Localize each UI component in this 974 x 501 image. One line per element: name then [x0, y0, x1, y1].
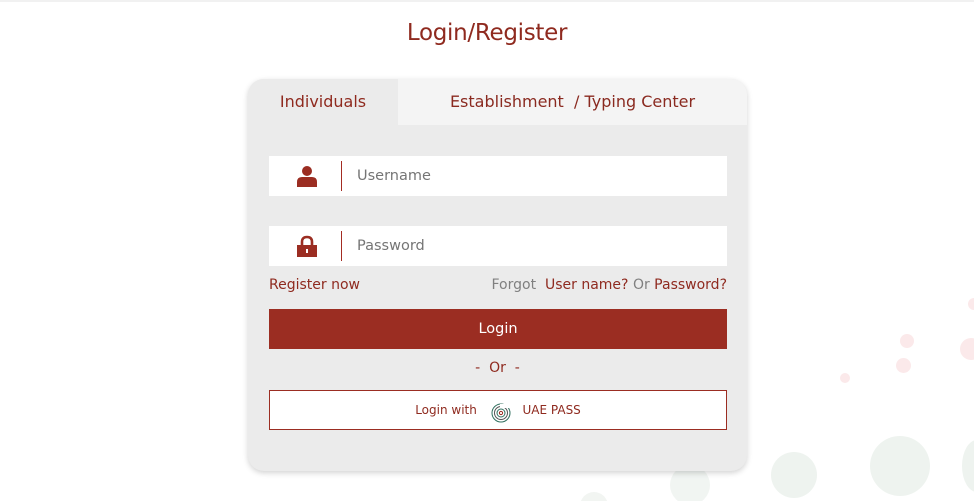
login-card: Individuals Establishment / Typing Cente…	[248, 79, 747, 471]
decor-bubble	[896, 358, 911, 373]
username-field[interactable]	[269, 156, 727, 196]
field-divider	[341, 161, 342, 191]
decor-bubble	[900, 334, 914, 348]
page-title: Login/Register	[406, 20, 568, 46]
login-page: Login/Register Individuals Establishment…	[0, 0, 974, 501]
password-input[interactable]	[357, 226, 717, 266]
forgot-label: Forgot	[491, 277, 537, 293]
decor-bubble	[870, 436, 930, 496]
register-now-link[interactable]: Register now	[269, 277, 360, 293]
fingerprint-icon	[491, 400, 511, 422]
user-icon	[296, 165, 318, 187]
tab-individuals[interactable]: Individuals	[248, 79, 398, 125]
decor-bubble	[771, 452, 817, 498]
password-field[interactable]	[269, 226, 727, 266]
decor-bubble	[840, 373, 850, 383]
tab-establishment-typing-center[interactable]: Establishment / Typing Center	[398, 79, 747, 125]
forgot-username-link[interactable]: User name?	[545, 277, 629, 293]
uae-pass-prefix: Login with	[415, 403, 477, 417]
decor-bubble	[960, 338, 974, 360]
username-input[interactable]	[357, 156, 717, 196]
decor-bubble	[580, 492, 608, 501]
decor-bubble	[968, 298, 974, 310]
lock-icon	[296, 235, 318, 257]
forgot-credentials: Forgot User name? Or Password?	[492, 277, 728, 293]
top-divider	[0, 0, 974, 2]
uae-pass-login-button[interactable]: Login with UAE PASS	[269, 390, 727, 430]
field-divider	[341, 231, 342, 261]
links-row: Register now Forgot User name? Or Passwo…	[269, 277, 727, 297]
login-button[interactable]: Login	[269, 309, 727, 349]
forgot-password-link[interactable]: Password?	[654, 277, 727, 293]
decor-bubble	[962, 440, 974, 492]
or-label: Or	[632, 277, 650, 293]
uae-pass-label: UAE PASS	[522, 403, 581, 417]
or-separator: - Or -	[475, 360, 520, 376]
tab-bar: Individuals Establishment / Typing Cente…	[248, 79, 747, 125]
